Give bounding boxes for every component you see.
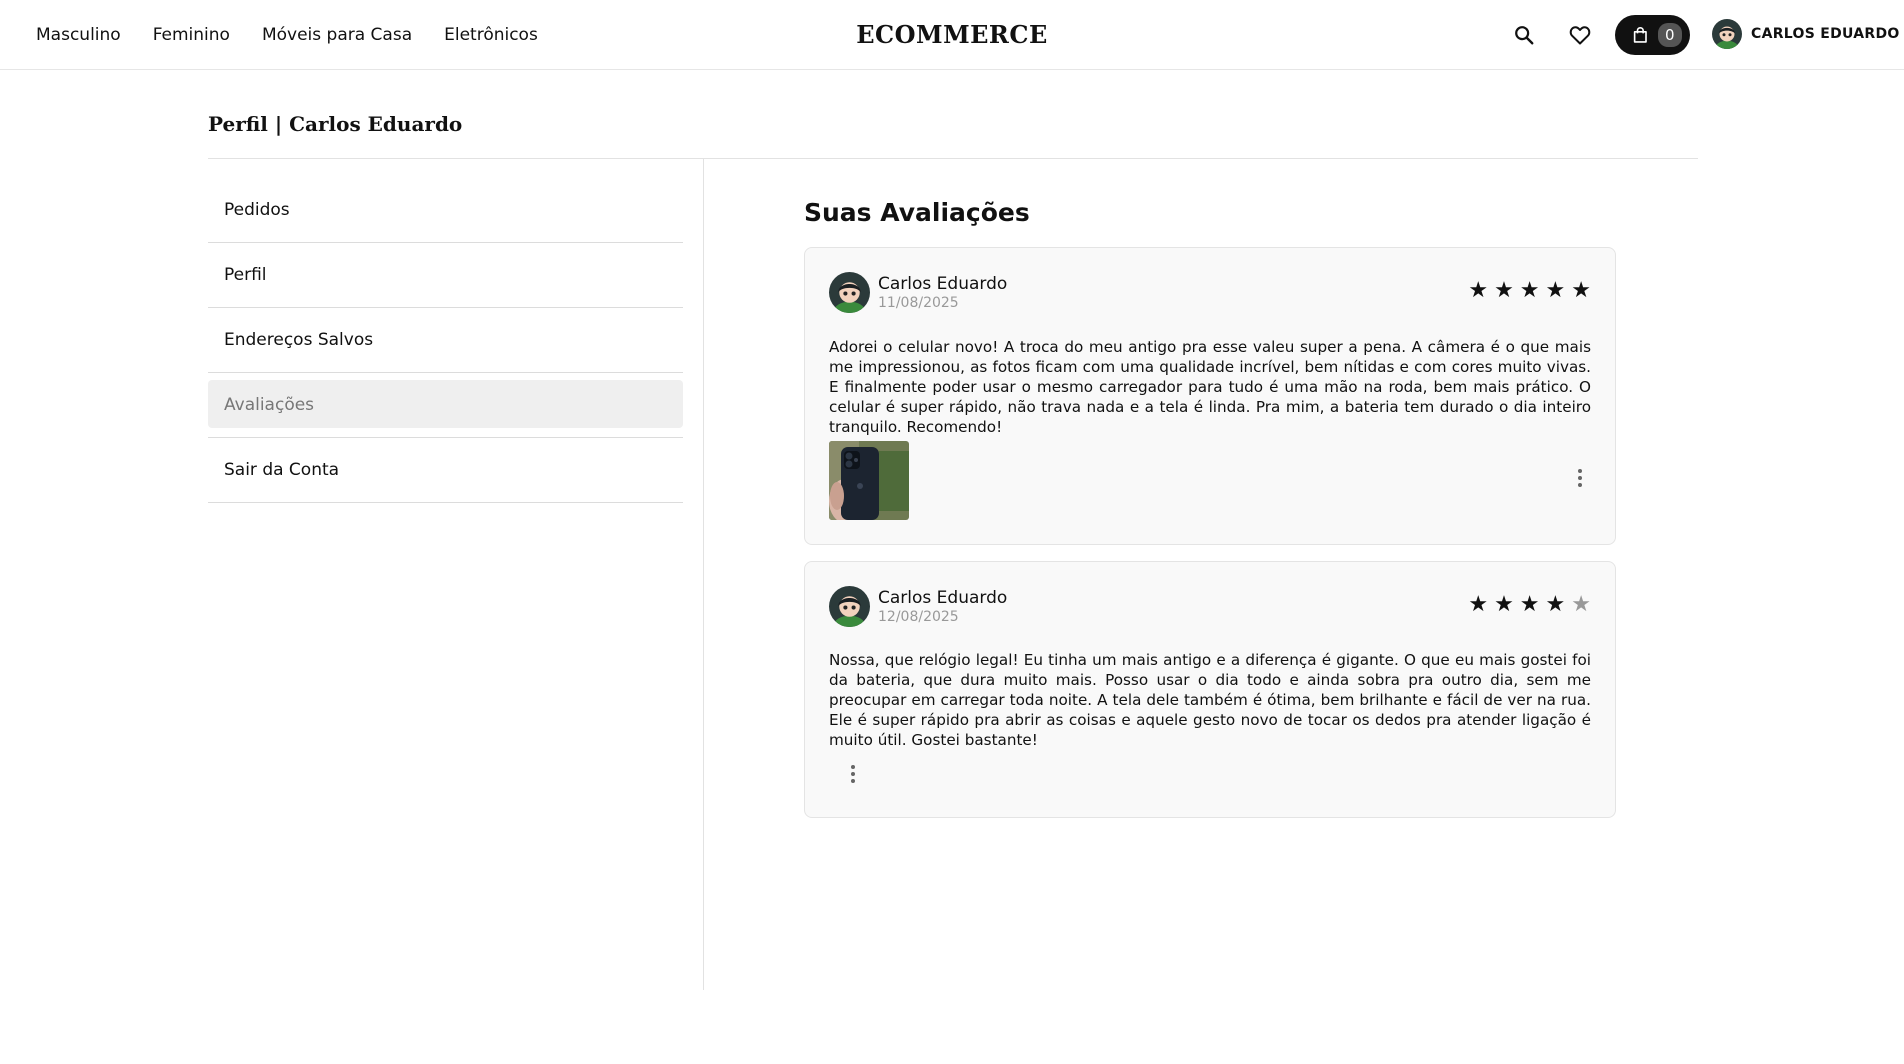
review-photo-thumbnail[interactable] — [829, 441, 909, 520]
star-filled-icon: ★ — [1494, 278, 1514, 303]
star-filled-icon: ★ — [1519, 592, 1540, 617]
more-vertical-icon-dot — [1578, 476, 1582, 480]
user-menu[interactable]: CARLOS EDUARDO — [1712, 19, 1900, 49]
star-filled-icon: ★ — [1545, 592, 1566, 617]
review-card: Carlos Eduardo 12/08/2025 ★ ★ ★ ★ ★ Nossa, q… — [804, 561, 1616, 818]
review-options-button[interactable] — [841, 758, 865, 790]
reviews-section-title: Suas Avaliações — [804, 198, 1030, 227]
sidebar-item-label: Sair da Conta — [224, 460, 340, 480]
page-title: Perfil | Carlos Eduardo — [208, 112, 463, 136]
star-empty-icon: ★ — [1571, 592, 1591, 617]
review-options-button[interactable] — [1568, 462, 1592, 494]
shopping-bag-icon — [1633, 27, 1647, 43]
sidebar-item-pedidos[interactable]: Pedidos — [208, 178, 683, 243]
star-filled-icon: ★ — [1468, 592, 1489, 617]
review-author: Carlos Eduardo 11/08/2025 — [829, 272, 1007, 313]
sidebar-item-perfil[interactable]: Perfil — [208, 243, 683, 308]
review-avatar — [829, 586, 870, 627]
search-icon — [1515, 26, 1534, 45]
title-divider — [208, 158, 1698, 159]
review-date: 12/08/2025 — [878, 609, 959, 625]
cart-button[interactable]: 0 — [1615, 15, 1690, 55]
review-date: 11/08/2025 — [878, 295, 959, 311]
more-vertical-icon-dot — [851, 779, 855, 783]
review-card: Carlos Eduardo 11/08/2025 ★ ★ ★ ★ ★ Adorei o… — [804, 247, 1616, 545]
user-avatar — [1712, 19, 1742, 49]
sidebar-item-sair[interactable]: Sair da Conta — [208, 438, 683, 503]
more-vertical-icon — [851, 765, 855, 769]
star-rating: ★ ★ ★ ★ ★ — [1468, 594, 1591, 616]
star-filled-icon: ★ — [1468, 278, 1489, 303]
review-author-name: Carlos Eduardo — [878, 274, 1008, 294]
store-logo[interactable]: ECOMMERCE — [856, 20, 1048, 49]
star-filled-icon: ★ — [1545, 278, 1566, 303]
star-filled-icon: ★ — [1494, 592, 1514, 617]
review-author-name: Carlos Eduardo — [878, 588, 1008, 608]
sidebar-item-avaliacoes[interactable]: Avaliações — [208, 373, 683, 438]
star-filled-icon: ★ — [1571, 278, 1591, 303]
more-vertical-icon — [1578, 469, 1582, 473]
review-author: Carlos Eduardo 12/08/2025 — [829, 586, 1007, 627]
star-filled-icon: ★ — [1519, 278, 1540, 303]
review-text: Nossa, que relógio legal! Eu tinha um ma… — [829, 651, 1591, 749]
cart-count-badge: 0 — [1657, 23, 1682, 47]
user-name-label: CARLOS EDUARDO — [1751, 26, 1900, 42]
column-divider — [703, 158, 704, 990]
sidebar-item-label: Perfil — [224, 265, 267, 285]
phone-photo-image — [829, 441, 909, 520]
sidebar-item-label: Avaliações — [224, 395, 315, 415]
sidebar-item-enderecos[interactable]: Endereços Salvos — [208, 308, 683, 373]
sidebar-item-label: Pedidos — [224, 200, 290, 220]
review-avatar — [829, 272, 870, 313]
more-vertical-icon-dot — [851, 772, 855, 776]
wishlist-button[interactable] — [1567, 22, 1593, 48]
heart-icon — [1569, 26, 1591, 45]
star-rating: ★ ★ ★ ★ ★ — [1468, 280, 1591, 302]
top-header: Masculino Feminino Móveis para Casa Elet… — [0, 0, 1904, 70]
review-text: Adorei o celular novo! A troca do meu an… — [829, 338, 1591, 436]
search-button[interactable] — [1511, 22, 1537, 48]
more-vertical-icon-dot — [1578, 483, 1582, 487]
profile-sidebar: Pedidos Perfil Endereços Salvos Avaliaçõ… — [208, 178, 683, 503]
sidebar-item-label: Endereços Salvos — [224, 330, 374, 350]
